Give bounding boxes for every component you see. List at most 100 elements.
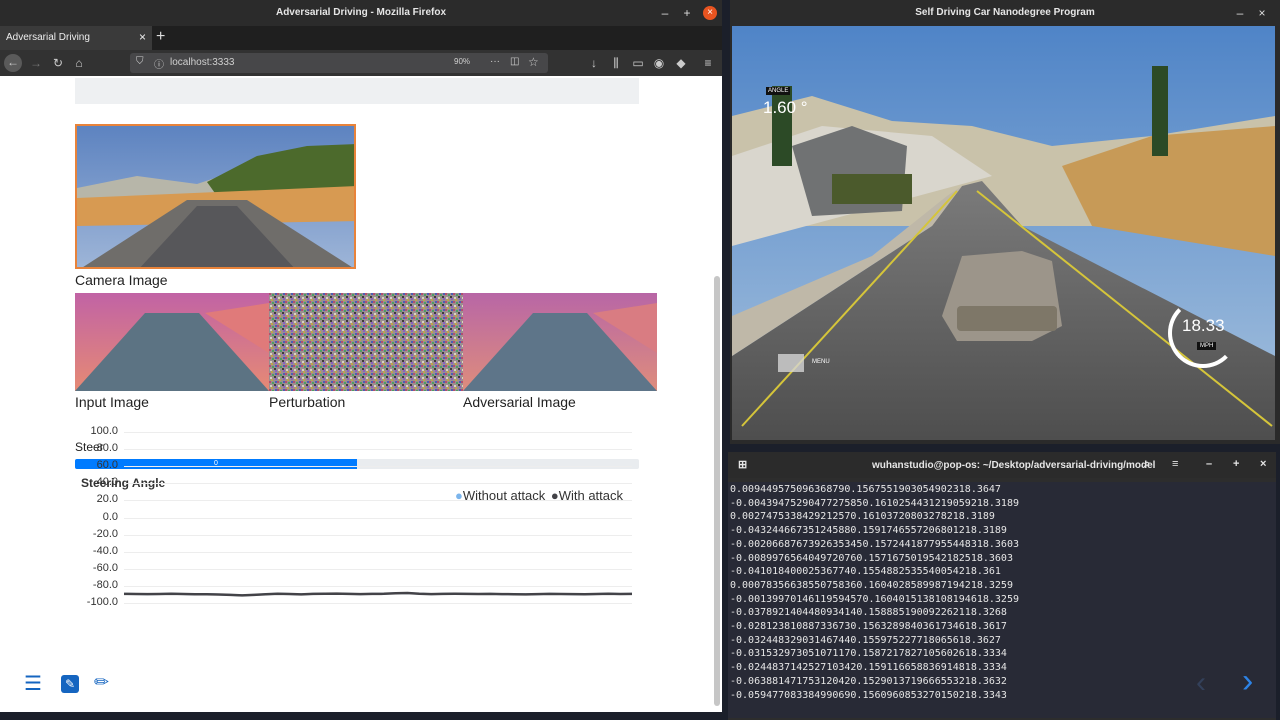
terminal-line: 0.00078356638550758360.16040285899871942… — [730, 579, 1013, 591]
forward-icon[interactable]: → — [28, 55, 44, 71]
back-icon[interactable]: ← — [4, 54, 22, 72]
top-panel — [75, 78, 639, 104]
gridline — [124, 432, 632, 433]
y-tick-label: -80.0 — [92, 578, 118, 591]
close-icon[interactable]: × — [1260, 458, 1266, 470]
maximize-icon[interactable]: + — [679, 5, 695, 21]
y-tick-label: 40.0 — [96, 476, 118, 489]
adversarial-caption: Adversarial Image — [463, 394, 576, 410]
terminal-titlebar: ⊞ wuhanstudio@pop-os: ~/Desktop/adversar… — [728, 452, 1276, 478]
speed-unit: MPH — [1197, 342, 1217, 350]
gridline — [124, 603, 632, 604]
simulator-titlebar: Self Driving Car Nanodegree Program – × — [730, 0, 1280, 26]
home-icon[interactable]: ⌂ — [71, 55, 87, 71]
terminal-line: -0.031532973051071170.158721782710560261… — [730, 648, 1007, 660]
minimize-icon[interactable]: – — [1232, 5, 1248, 21]
url-bar[interactable]: ⛉ ⓘ localhost:3333 90% ··· ◫ ☆ — [130, 53, 548, 73]
window-title: Adversarial Driving - Mozilla Firefox — [275, 7, 447, 18]
driving-scene: ANGLE 1.60 ° 18.33 MPH MENU — [732, 26, 1275, 440]
navigation-toolbar: ← → ↻ ⌂ ⛉ ⓘ localhost:3333 90% ··· ◫ ☆ ↓… — [0, 50, 722, 76]
terminal-title: wuhanstudio@pop-os: ~/Desktop/adversaria… — [872, 460, 1156, 471]
sidebar-icon[interactable]: ▭ — [630, 55, 646, 71]
adversarial-image — [463, 293, 657, 391]
angle-value: 1.60 ° — [763, 98, 808, 117]
library-icon[interactable]: ⫼ — [608, 55, 624, 71]
terminal-line: -0.00139970146119594570.1604015138108194… — [730, 593, 1019, 605]
minimize-icon[interactable]: – — [1206, 458, 1212, 470]
terminal-line: 0.009449575096368790.1567551903054902318… — [730, 484, 1001, 495]
url-text: localhost:3333 — [170, 57, 235, 68]
gridline — [124, 500, 632, 502]
perturbation-image — [269, 293, 463, 391]
y-tick-label: -40.0 — [92, 544, 118, 557]
gridline — [124, 517, 632, 519]
perturbation-caption: Perturbation — [269, 394, 346, 410]
terminal-line: -0.00206687673926353450.1572441877955448… — [730, 538, 1019, 550]
firefox-window: Adversarial Driving - Mozilla Firefox – … — [0, 0, 722, 712]
menu-button[interactable] — [778, 354, 804, 372]
bookmark-star-icon[interactable]: ☆ — [528, 55, 539, 69]
menu-icon[interactable]: ≡ — [700, 55, 716, 71]
new-tab-icon[interactable]: + — [156, 28, 165, 46]
menu-icon[interactable]: ≡ — [1172, 458, 1178, 470]
y-tick-label: -60.0 — [92, 561, 118, 574]
gridline — [124, 585, 632, 587]
angle-label: ANGLE — [766, 87, 791, 95]
gridline — [124, 449, 632, 451]
terminal-line: -0.043244667351245880.159174655720680121… — [730, 525, 1007, 537]
input-image — [75, 293, 269, 391]
terminal-line: -0.0378921404480934140.15888519009226211… — [730, 607, 1007, 619]
steering-chart-plot — [124, 591, 633, 597]
gridline — [124, 551, 632, 553]
simulator-title: Self Driving Car Nanodegree Program — [915, 7, 1095, 18]
tab-adversarial-driving[interactable]: Adversarial Driving × — [0, 26, 152, 50]
y-tick-label: 0.0 — [102, 510, 118, 523]
tab-label: Adversarial Driving — [6, 32, 90, 43]
edit-icon[interactable]: ✎ — [61, 675, 79, 693]
chevron-right-icon[interactable]: › — [1242, 662, 1253, 701]
tab-close-icon[interactable]: × — [139, 30, 146, 44]
terminal-line: -0.0244837142527103420.15911665883691481… — [730, 662, 1007, 674]
terminal-output[interactable]: 0.009449575096368790.1567551903054902318… — [728, 482, 1276, 718]
account-icon[interactable]: ◉ — [651, 55, 667, 71]
pocket-icon[interactable]: ◫ — [510, 56, 519, 67]
hamburger-menu-icon[interactable]: ☰ — [24, 674, 44, 694]
download-icon[interactable]: ↓ — [586, 55, 602, 71]
reload-icon[interactable]: ↻ — [50, 55, 66, 71]
chevron-left-icon[interactable]: ‹ — [1196, 666, 1206, 700]
terminal-line: -0.063881471753120420.152901371966655321… — [730, 675, 1007, 687]
search-icon[interactable]: ⌕ — [1144, 458, 1150, 471]
close-icon[interactable]: × — [703, 6, 717, 20]
info-icon[interactable]: ⓘ — [154, 56, 164, 71]
close-icon[interactable]: × — [1254, 5, 1270, 21]
terminal-line: -0.00439475290477275850.1610254431219059… — [730, 497, 1019, 509]
series-line-with-attack[interactable] — [124, 591, 633, 597]
pencil-icon[interactable]: ✏ — [94, 672, 114, 692]
gridline — [124, 568, 632, 570]
terminal-window: ⊞ wuhanstudio@pop-os: ~/Desktop/adversar… — [728, 452, 1276, 720]
terminal-line: -0.041018400025367740.155488253554005421… — [730, 566, 1001, 578]
menu-label[interactable]: MENU — [812, 359, 830, 365]
camera-image — [75, 124, 356, 269]
page-content: Camera Image Input Image Perturbation Ad… — [0, 76, 722, 712]
terminal-line: -0.032448329031467440.155975227718065618… — [730, 634, 1001, 646]
camera-caption: Camera Image — [75, 272, 168, 288]
page-scrollbar[interactable] — [714, 276, 720, 706]
terminal-new-tab-icon[interactable]: ⊞ — [738, 458, 747, 471]
zoom-level[interactable]: 90% — [454, 57, 470, 66]
y-tick-label: 20.0 — [96, 493, 118, 506]
firefox-titlebar: Adversarial Driving - Mozilla Firefox – … — [0, 0, 722, 26]
shield-icon[interactable]: ⛉ — [136, 56, 144, 67]
y-tick-label: 60.0 — [96, 459, 118, 472]
tab-strip: Adversarial Driving × + — [0, 26, 722, 50]
input-caption: Input Image — [75, 394, 149, 410]
maximize-icon[interactable]: + — [1233, 458, 1239, 470]
extension-icon[interactable]: ◆ — [673, 55, 689, 71]
gridline — [124, 466, 632, 468]
terminal-line: -0.059477083384990690.156096085327015021… — [730, 689, 1007, 701]
y-tick-label: -20.0 — [92, 527, 118, 540]
minimize-icon[interactable]: – — [657, 5, 673, 21]
gridline — [124, 534, 632, 536]
page-actions-icon[interactable]: ··· — [490, 56, 500, 67]
simulator-window: Self Driving Car Nanodegree Program – × … — [730, 0, 1280, 444]
